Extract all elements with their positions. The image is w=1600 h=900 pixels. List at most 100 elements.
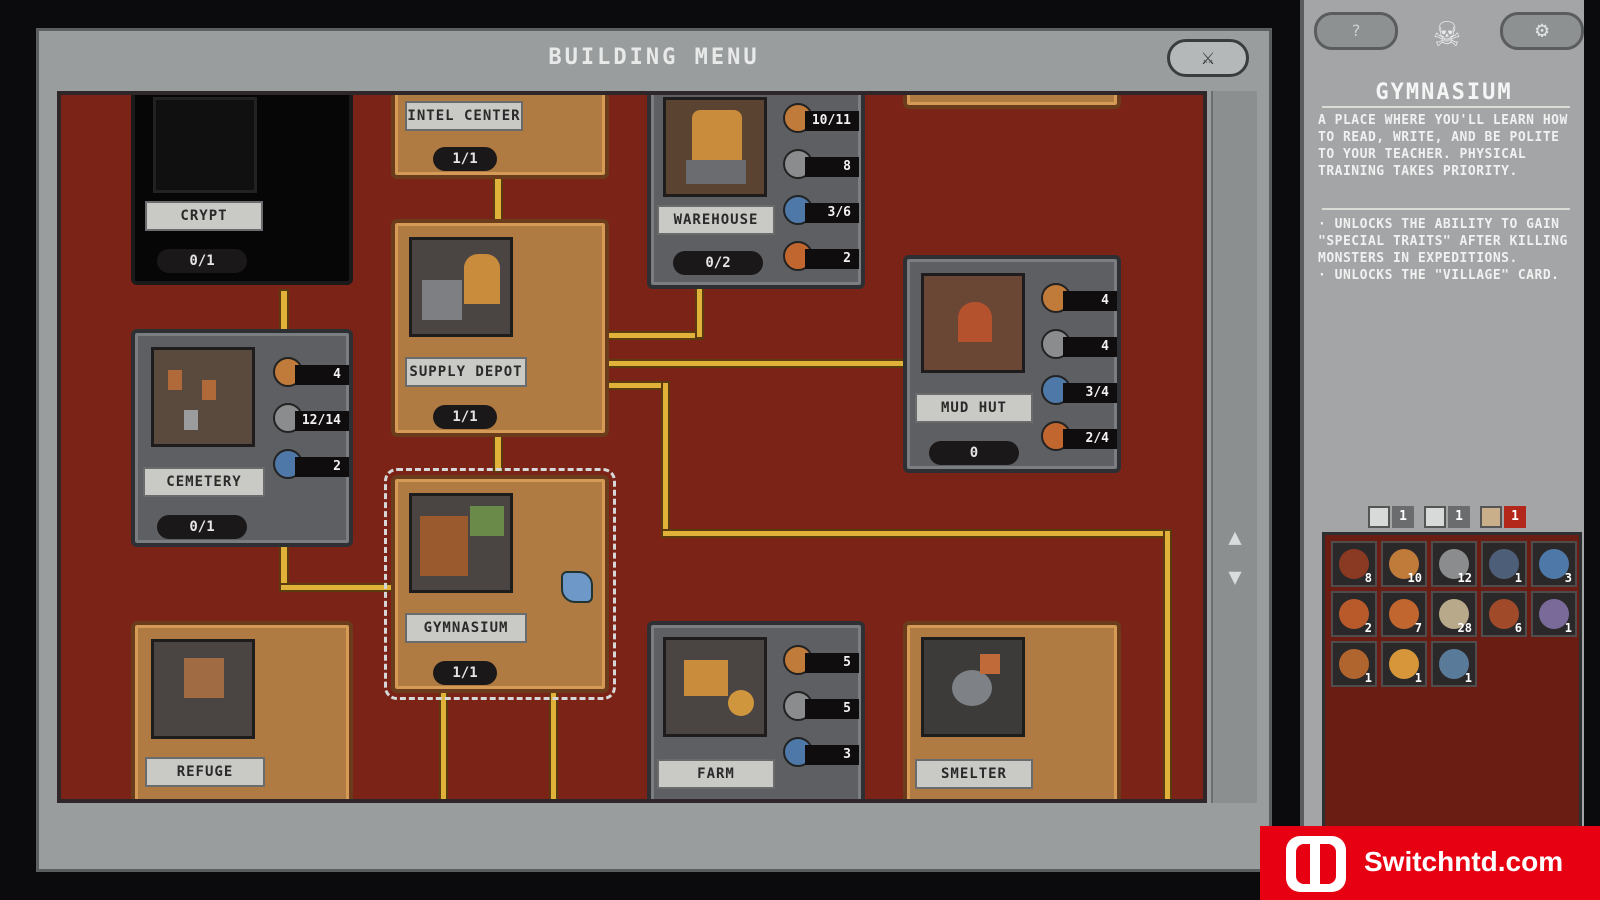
- inventory-slot[interactable]: 1: [1331, 641, 1377, 687]
- supply-depot-art: [409, 237, 513, 337]
- road: [663, 383, 668, 533]
- building-label: MUD HUT: [915, 393, 1033, 423]
- building-effects: · UNLOCKS THE ABILITY TO GAIN "SPECIAL T…: [1318, 216, 1582, 284]
- building-card-refuge[interactable]: REFUGE: [131, 621, 353, 799]
- gear-icon: ⚙: [1535, 18, 1549, 43]
- effect-line: · UNLOCKS THE ABILITY TO GAIN "SPECIAL T…: [1318, 217, 1568, 266]
- scroll-up-button[interactable]: ▲: [1217, 521, 1253, 557]
- inventory-slot[interactable]: 3: [1531, 541, 1577, 587]
- cemetery-art: [151, 347, 255, 447]
- warehouse-art: [663, 97, 767, 197]
- resource-wood: 5: [783, 643, 861, 679]
- road: [663, 531, 1167, 536]
- slot-count: 6: [1514, 621, 1522, 635]
- building-info-panel: ? ☠ ⚙ GYMNASIUM A PLACE WHERE YOU'LL LEA…: [1300, 0, 1584, 830]
- resource-stone: 4: [1041, 327, 1119, 363]
- building-board[interactable]: CRYPT 0/1 INTEL CENTER 1/1 WAREHOUSE 0/2…: [57, 91, 1207, 803]
- inventory-slot[interactable]: 10: [1381, 541, 1427, 587]
- resource-value: 3/6: [805, 203, 859, 223]
- building-label: SUPPLY DEPOT: [405, 357, 527, 387]
- resource-food: 2: [783, 239, 861, 275]
- building-card-mud-hut[interactable]: MUD HUT 0 4 4 3/4 2/4: [903, 255, 1121, 473]
- slot-count: 1: [1464, 671, 1472, 685]
- scrollbar[interactable]: ▲ ▼: [1211, 91, 1257, 803]
- inventory-slot[interactable]: 1: [1531, 591, 1577, 637]
- building-card-partial[interactable]: [903, 95, 1121, 109]
- hand-cursor-icon: [561, 571, 593, 603]
- inventory-slot[interactable]: 1: [1481, 541, 1527, 587]
- resource-value: 12/14: [295, 411, 349, 431]
- slot-count: 3: [1564, 571, 1572, 585]
- building-description: A PLACE WHERE YOU'LL LEARN HOW TO READ, …: [1318, 113, 1568, 179]
- building-label: CEMETERY: [143, 467, 265, 497]
- watermark-logo: Switchntd.com: [1260, 826, 1600, 900]
- resource-food: 2/4: [1041, 419, 1119, 455]
- gymnasium-art: [409, 493, 513, 593]
- inventory-slot[interactable]: 8: [1331, 541, 1377, 587]
- building-label: CRYPT: [145, 201, 263, 231]
- smelter-art: [921, 637, 1025, 737]
- crossed-swords-icon: ⚔: [1201, 45, 1215, 70]
- mud-hut-art: [921, 273, 1025, 373]
- resource-value: 5: [805, 699, 859, 719]
- resource-value: 2: [295, 457, 349, 477]
- road: [697, 285, 702, 337]
- inventory-slot[interactable]: 7: [1381, 591, 1427, 637]
- resource-stone: 12/14: [273, 401, 351, 437]
- building-card-warehouse[interactable]: WAREHOUSE 0/2 10/11 8 3/6 2: [647, 95, 865, 289]
- resource-value: 2/4: [1063, 429, 1117, 449]
- building-count: 1/1: [433, 405, 497, 429]
- resource-metal: 3/6: [783, 193, 861, 229]
- building-card-supply-depot[interactable]: SUPPLY DEPOT 1/1: [391, 219, 609, 437]
- resource-value: 3: [805, 745, 859, 765]
- building-card-crypt[interactable]: CRYPT 0/1: [131, 95, 353, 285]
- switch-logo-icon: [1286, 836, 1346, 892]
- building-menu-window: BUILDING MENU ⚔ CRYPT 0/1 INTEL CENTER 1…: [36, 28, 1272, 872]
- road: [495, 175, 501, 221]
- inventory-slot[interactable]: 28: [1431, 591, 1477, 637]
- slot-count: 28: [1457, 621, 1472, 635]
- divider: [1322, 106, 1570, 108]
- refuge-art: [151, 639, 255, 739]
- inventory-slot[interactable]: 6: [1481, 591, 1527, 637]
- building-card-smelter[interactable]: SMELTER: [903, 621, 1121, 799]
- resource-value: 4: [295, 365, 349, 385]
- resource-value: 2: [805, 249, 859, 269]
- stat-value: 1: [1448, 506, 1470, 528]
- inventory-slot[interactable]: 2: [1331, 591, 1377, 637]
- slot-count: 1: [1514, 571, 1522, 585]
- inventory-slot[interactable]: 1: [1381, 641, 1427, 687]
- road: [605, 383, 665, 388]
- building-label: SMELTER: [915, 759, 1033, 789]
- selected-building-name: GYMNASIUM: [1375, 80, 1513, 105]
- resource-value: 8: [805, 157, 859, 177]
- building-card-gymnasium[interactable]: GYMNASIUM 1/1: [384, 468, 616, 700]
- building-card-farm[interactable]: FARM 5 5 3: [647, 621, 865, 799]
- close-button[interactable]: ⚔: [1167, 39, 1249, 77]
- building-card-intel-center[interactable]: INTEL CENTER 1/1: [391, 95, 609, 179]
- building-count: 1/1: [433, 147, 497, 171]
- inventory-slot[interactable]: 1: [1431, 641, 1477, 687]
- resource-stone: 5: [783, 689, 861, 725]
- resource-value: 4: [1063, 291, 1117, 311]
- settings-button[interactable]: ⚙: [1500, 12, 1584, 50]
- road: [495, 431, 501, 471]
- resource-value: 10/11: [805, 111, 859, 131]
- road: [605, 333, 701, 338]
- help-button[interactable]: ?: [1314, 12, 1398, 50]
- building-icon: [1368, 506, 1390, 528]
- road: [281, 585, 391, 590]
- building-label: GYMNASIUM: [405, 613, 527, 643]
- inventory-slot[interactable]: 12: [1431, 541, 1477, 587]
- road: [551, 691, 556, 799]
- slot-count: 10: [1407, 571, 1422, 585]
- tile-grid-icon: [1480, 506, 1502, 528]
- building-count: 0/1: [157, 515, 247, 539]
- building-count: 0/2: [673, 251, 763, 275]
- resource-metal: 3: [783, 735, 861, 771]
- chevron-down-icon: ▼: [1228, 565, 1242, 590]
- building-card-cemetery[interactable]: CEMETERY 0/1 4 12/14 2: [131, 329, 353, 547]
- slot-count: 1: [1564, 621, 1572, 635]
- slot-count: 7: [1414, 621, 1422, 635]
- scroll-down-button[interactable]: ▼: [1217, 561, 1253, 597]
